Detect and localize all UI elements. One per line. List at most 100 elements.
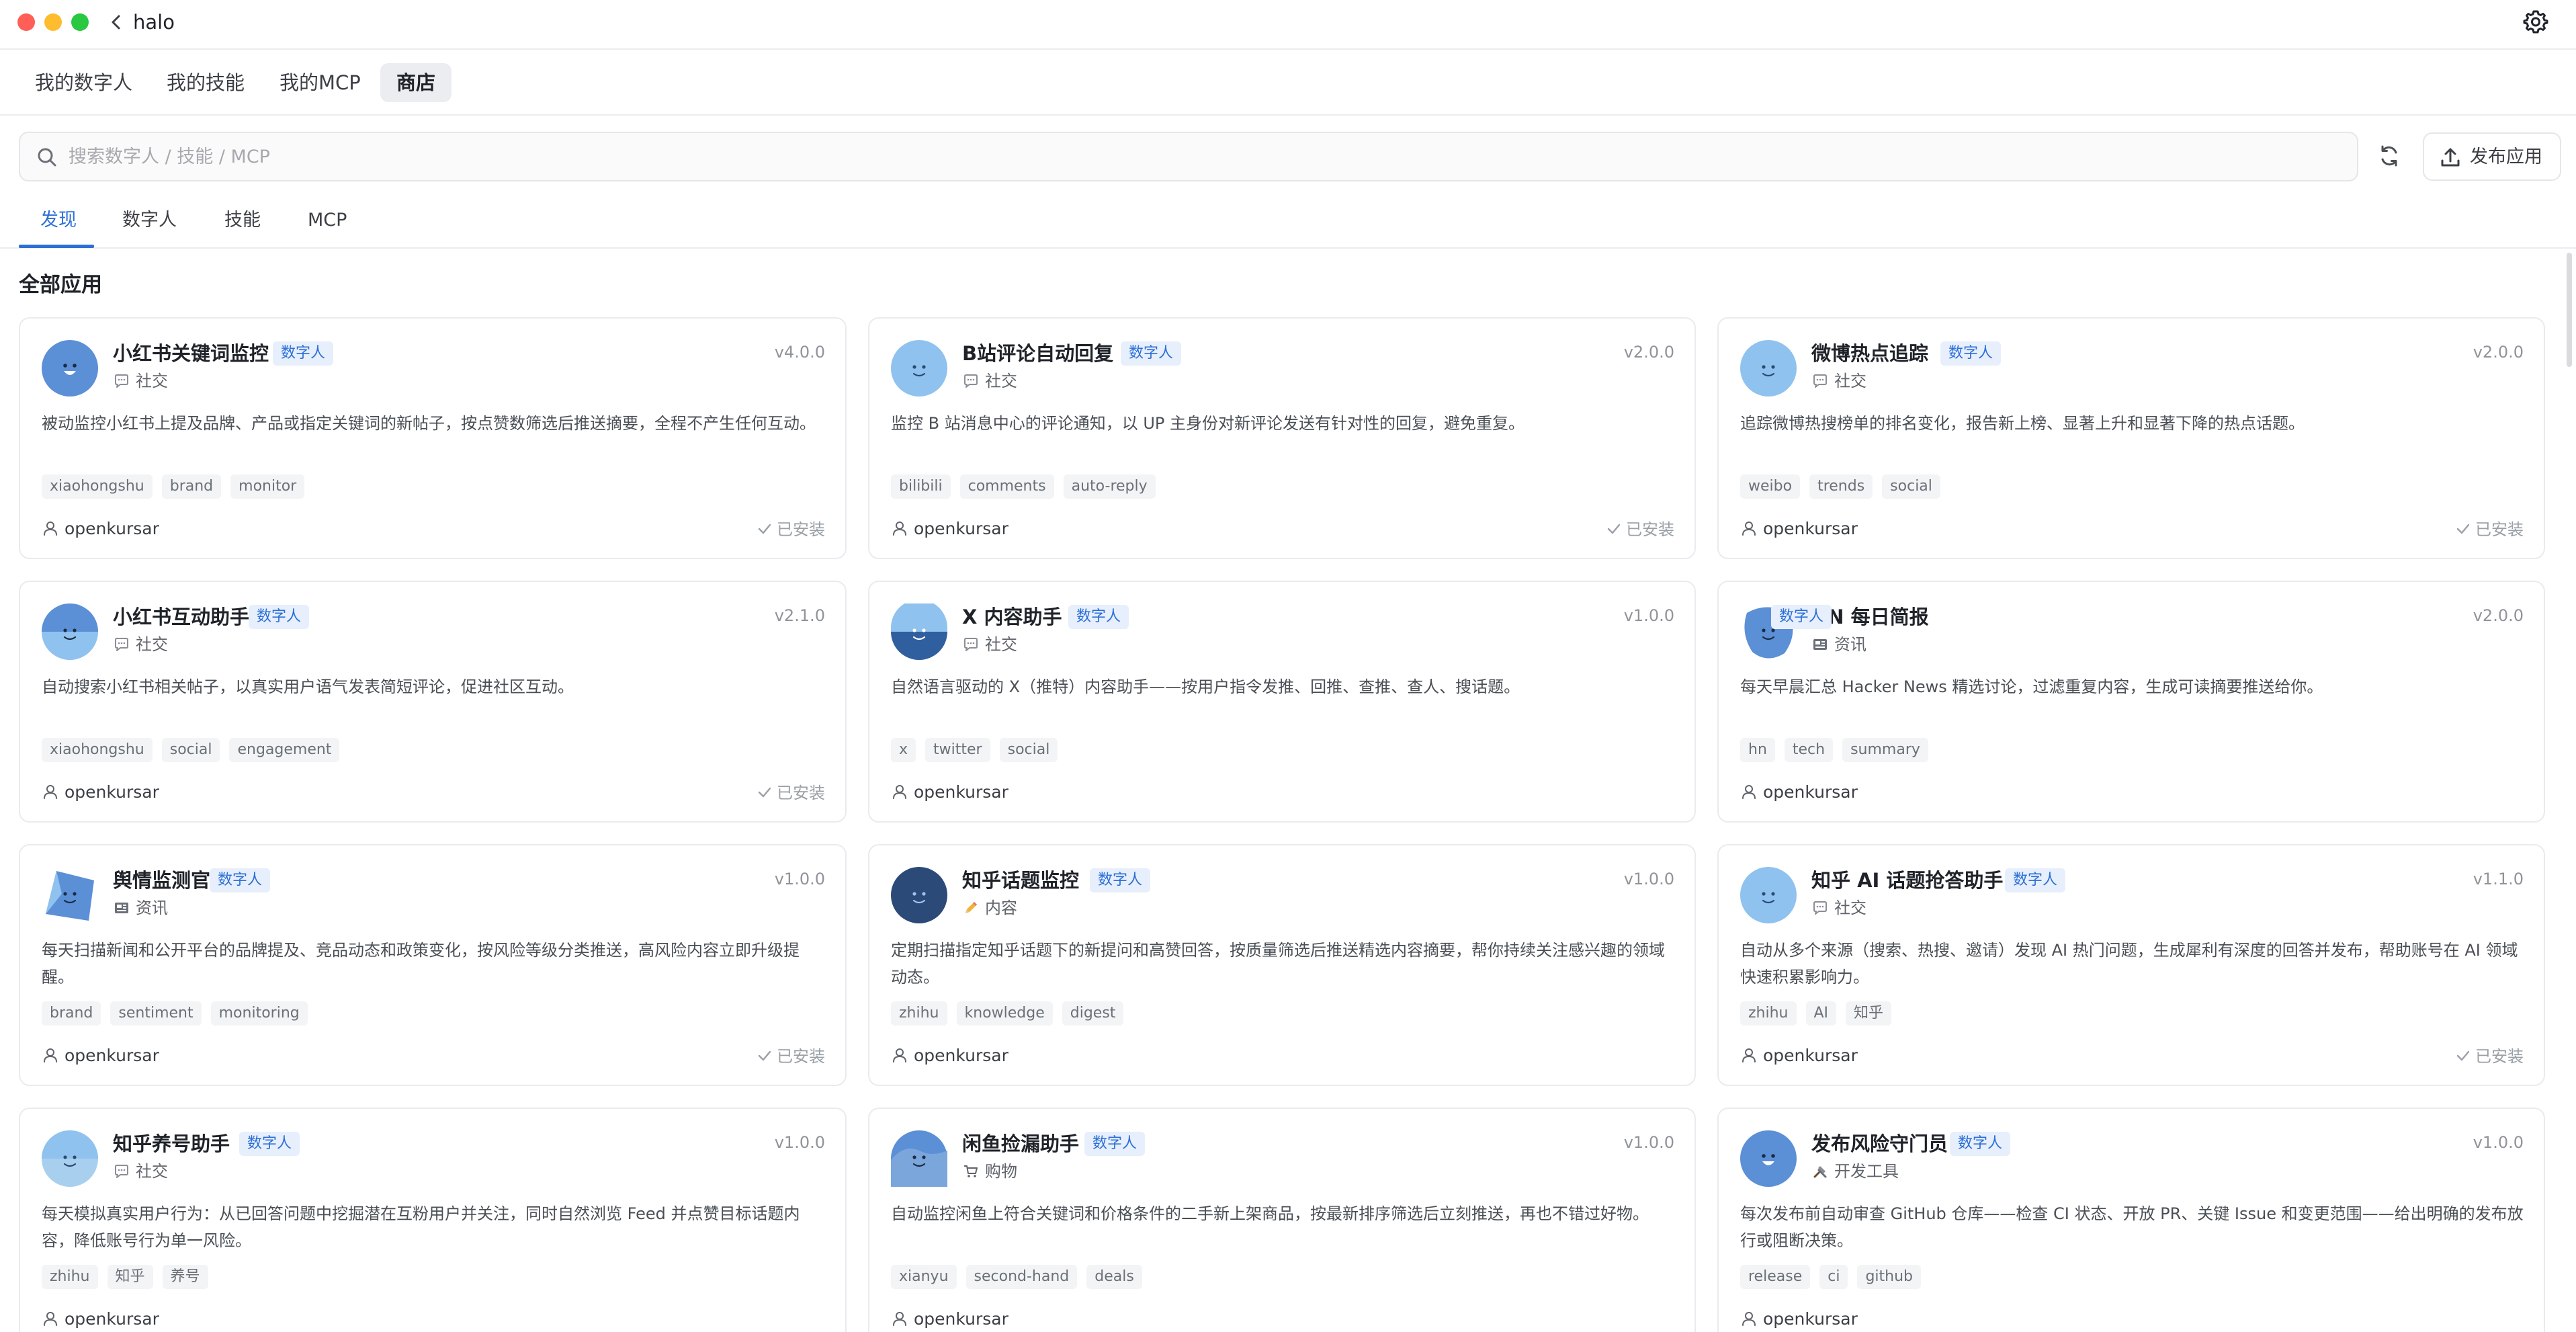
tag-chip[interactable]: 知乎: [107, 1265, 153, 1289]
tag-chip[interactable]: zhihu: [42, 1265, 98, 1289]
tag-chip[interactable]: knowledge: [956, 1001, 1053, 1026]
app-description: 定期扫描指定知乎话题下的新提问和高赞回答，按质量筛选后推送精选内容摘要，帮你持续…: [891, 941, 1665, 987]
category-text: 内容: [985, 899, 1017, 917]
tag-chip[interactable]: social: [999, 738, 1058, 762]
app-card[interactable]: B站评论自动回复 数字人 v2.0.0 社交 监控 B 站消息中心的评论通知，以 UP …: [868, 317, 1696, 559]
category-text: 资讯: [1834, 635, 1866, 654]
tag-chip[interactable]: 知乎: [1846, 1001, 1892, 1026]
close-window-button[interactable]: [17, 13, 35, 31]
back-chevron-icon[interactable]: [106, 9, 126, 35]
search-input[interactable]: [69, 133, 2339, 180]
app-name[interactable]: 闲鱼捡漏助手: [962, 1130, 1079, 1157]
app-name[interactable]: X 内容助手: [962, 603, 1062, 630]
app-card[interactable]: X 内容助手 数字人 v1.0.0 社交 自然语言驱动的 X（推特）内容助手——按用户指…: [868, 581, 1696, 823]
tab-digital-humans[interactable]: 数字人: [122, 207, 177, 234]
tab-my-skills[interactable]: 我的技能: [151, 63, 261, 102]
tab-my-mcp[interactable]: 我的MCP: [263, 63, 377, 102]
app-name[interactable]: 微博热点追踪: [1811, 340, 1928, 367]
tag-chip[interactable]: tech: [1784, 738, 1834, 762]
tag-chip[interactable]: xiaohongshu: [42, 474, 153, 499]
tag-chip[interactable]: deals: [1086, 1265, 1142, 1289]
publish-app-button[interactable]: 发布应用: [2423, 132, 2561, 181]
installed-status: 已安装: [757, 517, 825, 542]
tag-chip[interactable]: social: [161, 738, 220, 762]
minimize-window-button[interactable]: [44, 13, 62, 31]
tag-chip[interactable]: release: [1740, 1265, 1811, 1289]
category-text: 社交: [985, 372, 1017, 390]
app-card[interactable]: 知乎话题监控 数字人 v1.0.0 内容 定期扫描指定知乎话题下的新提问和高赞回答，按质…: [868, 844, 1696, 1086]
version-label: v1.0.0: [774, 870, 825, 888]
tag-chip[interactable]: comments: [959, 474, 1054, 499]
app-name[interactable]: 知乎话题监控: [962, 867, 1079, 894]
tag-chip[interactable]: digest: [1062, 1001, 1124, 1026]
app-name[interactable]: 小红书关键词监控: [113, 340, 269, 367]
app-card[interactable]: 舆情监测官 数字人 v1.0.0 资讯 每天扫描新闻和公开平台的品牌提及、竞品动态和政策…: [19, 844, 847, 1086]
tag-chip[interactable]: monitor: [230, 474, 305, 499]
app-card[interactable]: 发布风险守门员 数字人 v1.0.0 开发工具 每次发布前自动审查 GitHub 仓库—…: [1717, 1108, 2545, 1332]
tag-chip[interactable]: hn: [1740, 738, 1775, 762]
tag-chip[interactable]: twitter: [925, 738, 990, 762]
installed-status: 已安装: [1606, 517, 1674, 542]
tab-mcp[interactable]: MCP: [308, 207, 347, 234]
app-card[interactable]: 知乎 AI 话题抢答助手 数字人 v1.1.0 社交 自动从多个来源（搜索、热搜、邀请）…: [1717, 844, 2545, 1086]
tag-chip[interactable]: zhihu: [891, 1001, 947, 1026]
tag-chip[interactable]: weibo: [1740, 474, 1801, 499]
tag-chip[interactable]: x: [891, 738, 916, 762]
app-name[interactable]: 小红书互动助手: [113, 603, 249, 630]
tab-skills[interactable]: 技能: [224, 207, 261, 234]
author-name: openkursar: [1763, 1046, 1858, 1065]
tag-chip[interactable]: monitoring: [210, 1001, 308, 1026]
app-name[interactable]: 发布风险守门员: [1811, 1130, 1948, 1157]
tag-chip[interactable]: zhihu: [1740, 1001, 1797, 1026]
tag-list: zhihu knowledge digest: [891, 1001, 1133, 1028]
tag-chip[interactable]: AI: [1805, 1001, 1837, 1026]
category-label: 购物: [962, 1160, 1017, 1183]
tag-chip[interactable]: xianyu: [891, 1265, 957, 1289]
person-icon: [42, 1309, 59, 1327]
tag-chip[interactable]: engagement: [229, 738, 340, 762]
app-card[interactable]: 闲鱼捡漏助手 数字人 v1.0.0 购物 自动监控闲鱼上符合关键词和价格条件的二手新上架…: [868, 1108, 1696, 1332]
app-card[interactable]: 微博热点追踪 数字人 v2.0.0 社交 追踪微博热搜榜单的排名变化，报告新上榜、显著上…: [1717, 317, 2545, 559]
app-card[interactable]: 小红书关键词监控 数字人 v4.0.0 社交 被动监控小红书上提及品牌、产品或指定关键词…: [19, 317, 847, 559]
app-card[interactable]: HN 每日简报 数字人 v2.0.0 资讯 每天早晨汇总 Hacker News 精选讨…: [1717, 581, 2545, 823]
tag-chip[interactable]: brand: [42, 1001, 101, 1026]
tag-chip[interactable]: summary: [1842, 738, 1928, 762]
installed-status: 已安装: [757, 1044, 825, 1069]
tag-chip[interactable]: second-hand: [965, 1265, 1078, 1289]
category-text: 开发工具: [1834, 1162, 1899, 1181]
tab-discover[interactable]: 发现: [40, 207, 77, 234]
type-badge: 数字人: [1068, 605, 1129, 629]
check-icon: [757, 519, 773, 536]
category-label: 社交: [113, 370, 168, 392]
upload-icon: [2438, 144, 2463, 170]
tab-my-digital-humans[interactable]: 我的数字人: [19, 63, 148, 102]
zoom-window-button[interactable]: [71, 13, 89, 31]
tag-chip[interactable]: sentiment: [110, 1001, 202, 1026]
tag-chip[interactable]: brand: [161, 474, 222, 499]
version-label: v1.0.0: [2473, 1133, 2524, 1152]
speech-bubble-icon: [1811, 372, 1829, 390]
tag-chip[interactable]: auto-reply: [1063, 474, 1156, 499]
tag-chip[interactable]: trends: [1809, 474, 1873, 499]
app-card[interactable]: 知乎养号助手 数字人 v1.0.0 社交 每天模拟真实用户行为：从已回答问题中挖掘潜在互…: [19, 1108, 847, 1332]
tag-chip[interactable]: github: [1857, 1265, 1922, 1289]
tag-chip[interactable]: ci: [1819, 1265, 1848, 1289]
tag-chip[interactable]: bilibili: [891, 474, 951, 499]
tag-chip[interactable]: xiaohongshu: [42, 738, 153, 762]
gear-icon[interactable]: [2522, 8, 2549, 35]
version-label: v1.0.0: [1623, 1133, 1674, 1152]
refresh-icon[interactable]: [2374, 141, 2404, 171]
tag-chip[interactable]: 养号: [162, 1265, 208, 1289]
app-name[interactable]: 舆情监测官: [113, 867, 210, 894]
category-text: 社交: [1834, 372, 1866, 390]
tag-chip[interactable]: social: [1882, 474, 1940, 499]
app-description: 每天早晨汇总 Hacker News 精选讨论，过滤重复内容，生成可读摘要推送给…: [1740, 677, 2323, 696]
scroll-thumb[interactable]: [2567, 253, 2572, 367]
app-name[interactable]: 知乎养号助手: [113, 1130, 230, 1157]
person-icon: [42, 1046, 59, 1063]
tab-store[interactable]: 商店: [380, 63, 452, 102]
app-name[interactable]: B站评论自动回复: [962, 340, 1113, 367]
scrollbar[interactable]: [2565, 250, 2573, 1332]
app-name[interactable]: 知乎 AI 话题抢答助手: [1811, 867, 2003, 894]
app-card[interactable]: 小红书互动助手 数字人 v2.1.0 社交 自动搜索小红书相关帖子，以真实用户语气发表简…: [19, 581, 847, 823]
